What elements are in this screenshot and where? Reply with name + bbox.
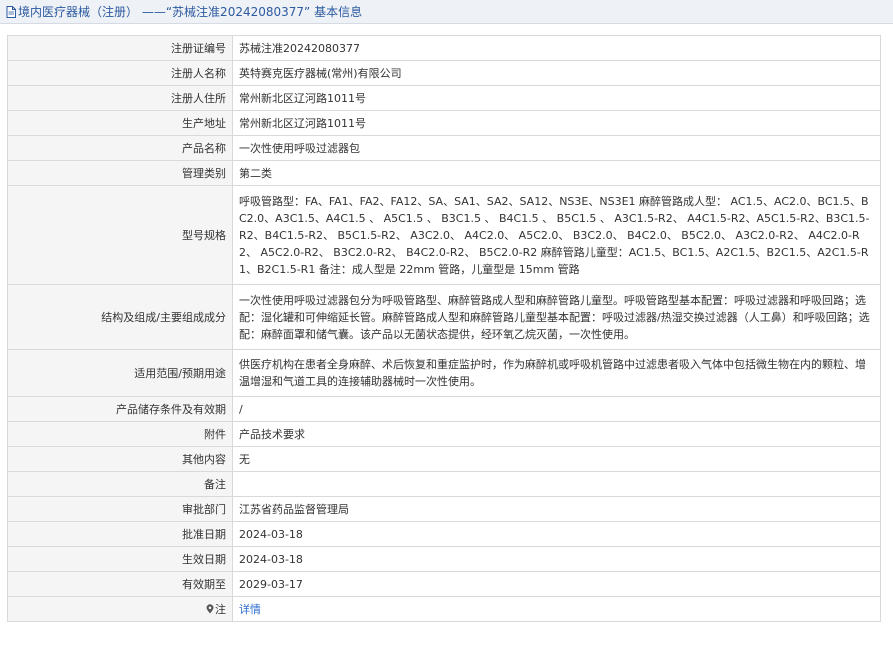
field-label: 结构及组成/主要组成成分: [7, 284, 233, 350]
field-label: 生效日期: [7, 546, 233, 572]
field-label: 产品储存条件及有效期: [7, 396, 233, 422]
field-value: 常州新北区辽河路1011号: [232, 85, 881, 111]
table-row: 注册人名称 英特赛克医疗器械(常州)有限公司: [7, 60, 881, 86]
field-label: 备注: [7, 471, 233, 497]
field-value: 常州新北区辽河路1011号: [232, 110, 881, 136]
field-label: 审批部门: [7, 496, 233, 522]
document-icon: [6, 5, 16, 18]
field-value: 第二类: [232, 160, 881, 186]
field-value: 一次性使用呼吸过滤器包: [232, 135, 881, 161]
pin-icon: [206, 602, 214, 613]
table-row: 适用范围/预期用途 供医疗机构在患者全身麻醉、术后恢复和重症监护时，作为麻醉机或…: [7, 349, 881, 397]
field-label: 注册人名称: [7, 60, 233, 86]
field-label: 附件: [7, 421, 233, 447]
title-suffix: 基本信息: [314, 5, 363, 19]
table-row: 产品储存条件及有效期 /: [7, 396, 881, 422]
field-label: 适用范围/预期用途: [7, 349, 233, 397]
field-value: 一次性使用呼吸过滤器包分为呼吸管路型、麻醉管路成人型和麻醉管路儿童型。呼吸管路型…: [232, 284, 881, 350]
field-value: 英特赛克医疗器械(常州)有限公司: [232, 60, 881, 86]
field-label: 管理类别: [7, 160, 233, 186]
device-info-table: 注册证编号 苏械注准20242080377 注册人名称 英特赛克医疗器械(常州)…: [7, 35, 881, 622]
note-value-cell: 详情: [232, 596, 881, 622]
table-row: 备注: [7, 471, 881, 497]
table-row: 型号规格 呼吸管路型：FA、FA1、FA2、FA12、SA、SA1、SA2、SA…: [7, 185, 881, 285]
field-value: 苏械注准20242080377: [232, 35, 881, 61]
breadcrumb-separator: ——: [141, 4, 166, 19]
table-row: 注册证编号 苏械注准20242080377: [7, 35, 881, 61]
table-row: 管理类别 第二类: [7, 160, 881, 186]
field-value: 江苏省药品监督管理局: [232, 496, 881, 522]
table-row: 产品名称 一次性使用呼吸过滤器包: [7, 135, 881, 161]
field-value: 2024-03-18: [232, 521, 881, 547]
breadcrumb-root[interactable]: 境内医疗器械（注册）: [18, 3, 138, 20]
field-label: 其他内容: [7, 446, 233, 472]
table-row: 附件 产品技术要求: [7, 421, 881, 447]
field-label: 产品名称: [7, 135, 233, 161]
field-value: [232, 471, 881, 497]
note-label: 注: [215, 602, 226, 616]
field-label: 有效期至: [7, 571, 233, 597]
field-value: 2029-03-17: [232, 571, 881, 597]
field-value: 无: [232, 446, 881, 472]
field-value: 产品技术要求: [232, 421, 881, 447]
field-label: 生产地址: [7, 110, 233, 136]
field-label: 注册人住所: [7, 85, 233, 111]
page-header: 境内医疗器械（注册） —— “苏械注准20242080377” 基本信息: [0, 0, 893, 24]
field-label: 注册证编号: [7, 35, 233, 61]
table-row: 注册人住所 常州新北区辽河路1011号: [7, 85, 881, 111]
table-row: 其他内容 无: [7, 446, 881, 472]
table-row: 生产地址 常州新北区辽河路1011号: [7, 110, 881, 136]
table-row: 生效日期 2024-03-18: [7, 546, 881, 572]
table-row: 结构及组成/主要组成成分 一次性使用呼吸过滤器包分为呼吸管路型、麻醉管路成人型和…: [7, 284, 881, 350]
table-row: 批准日期 2024-03-18: [7, 521, 881, 547]
field-label: 批准日期: [7, 521, 233, 547]
table-row: 有效期至 2029-03-17: [7, 571, 881, 597]
field-value: 供医疗机构在患者全身麻醉、术后恢复和重症监护时，作为麻醉机或呼吸机管路中过滤患者…: [232, 349, 881, 397]
field-label: 型号规格: [7, 185, 233, 285]
field-value: /: [232, 396, 881, 422]
details-link[interactable]: 详情: [239, 603, 261, 616]
table-row: 审批部门 江苏省药品监督管理局: [7, 496, 881, 522]
field-value: 呼吸管路型：FA、FA1、FA2、FA12、SA、SA1、SA2、SA12、NS…: [232, 185, 881, 285]
note-label-cell: 注: [7, 596, 233, 622]
record-title: “苏械注准20242080377”: [165, 5, 311, 19]
field-value: 2024-03-18: [232, 546, 881, 572]
table-row: 注 详情: [7, 596, 881, 622]
